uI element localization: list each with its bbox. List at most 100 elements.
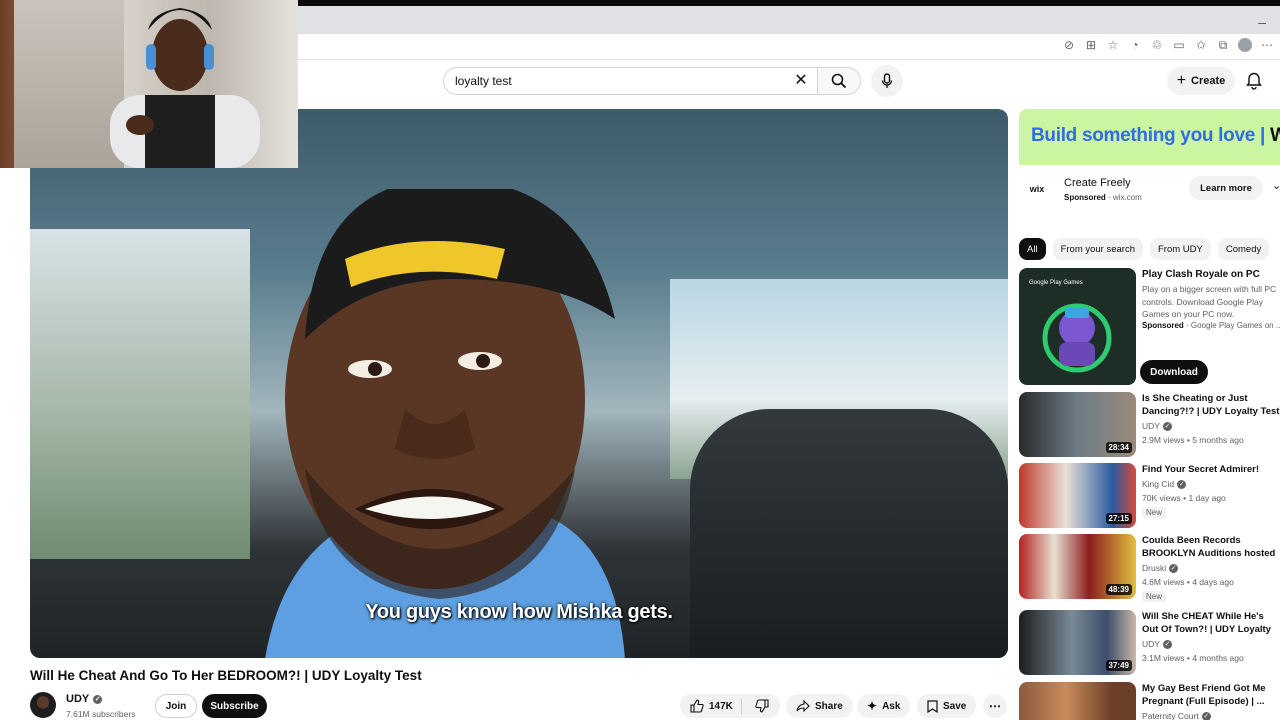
verified-icon: ✓ [1162, 421, 1172, 431]
channel-name[interactable]: UDY ✓ [66, 693, 103, 705]
extensions-icon[interactable]: ♲ [1150, 38, 1164, 52]
bell-icon [1246, 72, 1262, 90]
ad-sponsored-label: Sponsored [1064, 193, 1106, 202]
channel-name-text[interactable]: UDY [66, 693, 89, 705]
split-screen-icon[interactable]: ▭ [1172, 38, 1186, 52]
rec-title[interactable]: Coulda Been Records BROOKLYN Auditions h… [1142, 534, 1280, 561]
more-icon[interactable]: ⋯ [1260, 38, 1274, 52]
filter-chips: All From your search From UDY Comedy [1019, 238, 1270, 260]
video-title: Will He Cheat And Go To Her BEDROOM?! | … [30, 668, 422, 683]
verified-icon: ✓ [93, 694, 103, 704]
like-button[interactable]: 147K [680, 698, 742, 714]
dislike-button[interactable] [747, 699, 779, 713]
video-car-window [30, 229, 250, 559]
voice-search-button[interactable] [871, 65, 903, 97]
rec-channel-name[interactable]: King Cid [1142, 479, 1174, 489]
list-item[interactable]: 48:39 Coulda Been Records BROOKLYN Audit… [1019, 534, 1280, 602]
ad-separator: | [1259, 125, 1270, 146]
video-subject-image [265, 189, 625, 658]
rec-channel-name[interactable]: Paternity Court [1142, 711, 1199, 720]
thumbs-up-icon [690, 699, 704, 713]
video-thumbnail[interactable] [1019, 682, 1136, 720]
ask-button[interactable]: ✦ Ask [857, 694, 911, 718]
notifications-button[interactable] [1243, 69, 1265, 93]
rec-title[interactable]: Is She Cheating or Just Dancing?!? | UDY… [1142, 392, 1280, 419]
thumbs-down-icon [755, 699, 769, 713]
verified-icon: ✓ [1177, 479, 1187, 489]
ask-label: Ask [882, 700, 901, 712]
video-thumbnail[interactable]: 28:34 [1019, 392, 1136, 457]
favorites-icon[interactable]: ✩ [1194, 38, 1208, 52]
video-thumbnail[interactable]: 27:15 [1019, 463, 1136, 528]
rec-title[interactable]: Find Your Secret Admirer! [1142, 463, 1280, 477]
profile-icon[interactable] [1238, 38, 1252, 52]
sponsored-advertiser: Google Play Games on ... [1190, 321, 1280, 330]
collections-icon[interactable]: ⧉ [1216, 38, 1230, 52]
ad-banner[interactable]: Build something you love | WIX [1019, 109, 1280, 165]
chevron-down-icon[interactable]: ⌄ [1272, 179, 1280, 192]
favorite-icon[interactable]: ☆ [1106, 38, 1120, 52]
url-field[interactable] [300, 37, 1100, 57]
duration-badge: 48:39 [1105, 584, 1132, 595]
join-button[interactable]: Join [155, 694, 197, 718]
rec-channel-name[interactable]: Druski [1142, 563, 1166, 573]
verified-icon: ✓ [1169, 563, 1179, 573]
search-button[interactable] [817, 67, 861, 95]
share-icon [796, 700, 810, 712]
list-item[interactable]: My Gay Best Friend Got Me Pregnant (Full… [1019, 682, 1280, 720]
google-play-logo-text: Google Play Games [1029, 280, 1083, 286]
more-horizontal-icon: ⋯ [989, 699, 1001, 713]
create-button[interactable]: + Create [1167, 67, 1235, 95]
rec-title[interactable]: Will She CHEAT While He's Out Of Town?! … [1142, 610, 1280, 637]
video-watermark [962, 622, 996, 638]
ad-brand-mark: WIX [1269, 125, 1280, 146]
sponsored-title[interactable]: Play Clash Royale on PC [1142, 269, 1278, 280]
chip-from-udy[interactable]: From UDY [1150, 238, 1211, 260]
search-query[interactable]: loyalty test [455, 74, 512, 88]
video-thumbnail[interactable]: 48:39 [1019, 534, 1136, 599]
rec-channel[interactable]: Paternity Court ✓ [1142, 711, 1211, 720]
game-character-image [1042, 303, 1112, 373]
rec-channel[interactable]: King Cid ✓ [1142, 479, 1187, 489]
rec-channel-name[interactable]: UDY [1142, 421, 1160, 431]
save-label: Save [943, 700, 967, 712]
reader-icon[interactable]: ⊞ [1084, 38, 1098, 52]
rec-stats: 3.1M views • 4 months ago [1142, 653, 1244, 663]
chip-from-your-search[interactable]: From your search [1052, 238, 1143, 260]
rec-channel[interactable]: Druski ✓ [1142, 563, 1179, 573]
download-button[interactable]: Download [1140, 360, 1208, 384]
video-player[interactable]: You guys know how Mishka gets. [30, 109, 1008, 658]
chip-all[interactable]: All [1019, 238, 1046, 260]
rec-channel-name[interactable]: UDY [1142, 639, 1160, 649]
rec-channel[interactable]: UDY ✓ [1142, 639, 1172, 649]
like-count: 147K [709, 700, 733, 712]
list-item[interactable]: 37:49 Will She CHEAT While He's Out Of T… [1019, 610, 1280, 678]
extension-icon[interactable]: ⊘ [1062, 38, 1076, 52]
ad-domain: wix.com [1112, 193, 1142, 202]
save-button[interactable]: Save [917, 694, 977, 718]
more-actions-button[interactable]: ⋯ [983, 694, 1007, 718]
channel-avatar[interactable] [30, 692, 56, 718]
share-button[interactable]: Share [786, 694, 853, 718]
ad-meta: Sponsored · wix.com [1064, 193, 1142, 202]
search-input[interactable]: loyalty test ✕ [443, 67, 818, 95]
learn-more-button[interactable]: Learn more [1189, 176, 1263, 200]
rec-channel[interactable]: UDY ✓ [1142, 421, 1172, 431]
notification-icon[interactable]: ◔ [1128, 38, 1142, 52]
list-item[interactable]: 28:34 Is She Cheating or Just Dancing?!?… [1019, 392, 1280, 460]
video-thumbnail[interactable]: 37:49 [1019, 610, 1136, 675]
browser-toolbar-icons: ⊘ ⊞ ☆ ◔ ♲ ▭ ✩ ⧉ ⋯ [1062, 38, 1274, 52]
sponsored-thumbnail[interactable]: Google Play Games [1019, 268, 1136, 385]
list-item[interactable]: 27:15 Find Your Secret Admirer! King Cid… [1019, 463, 1280, 531]
rec-title[interactable]: My Gay Best Friend Got Me Pregnant (Full… [1142, 682, 1280, 709]
clear-search-icon[interactable]: ✕ [791, 71, 811, 91]
duration-badge: 37:49 [1105, 660, 1132, 671]
share-label: Share [815, 700, 843, 712]
like-dislike-group: 147K [680, 694, 780, 718]
ad-headline-text: Build something you love [1031, 125, 1255, 146]
ad-name: Create Freely [1064, 177, 1131, 189]
subscribe-button[interactable]: Subscribe [202, 694, 267, 718]
chip-comedy[interactable]: Comedy [1217, 238, 1270, 260]
minimize-icon[interactable]: – [1258, 14, 1266, 30]
ad-info-row[interactable]: wix Create Freely Sponsored · wix.com Le… [1019, 165, 1280, 215]
